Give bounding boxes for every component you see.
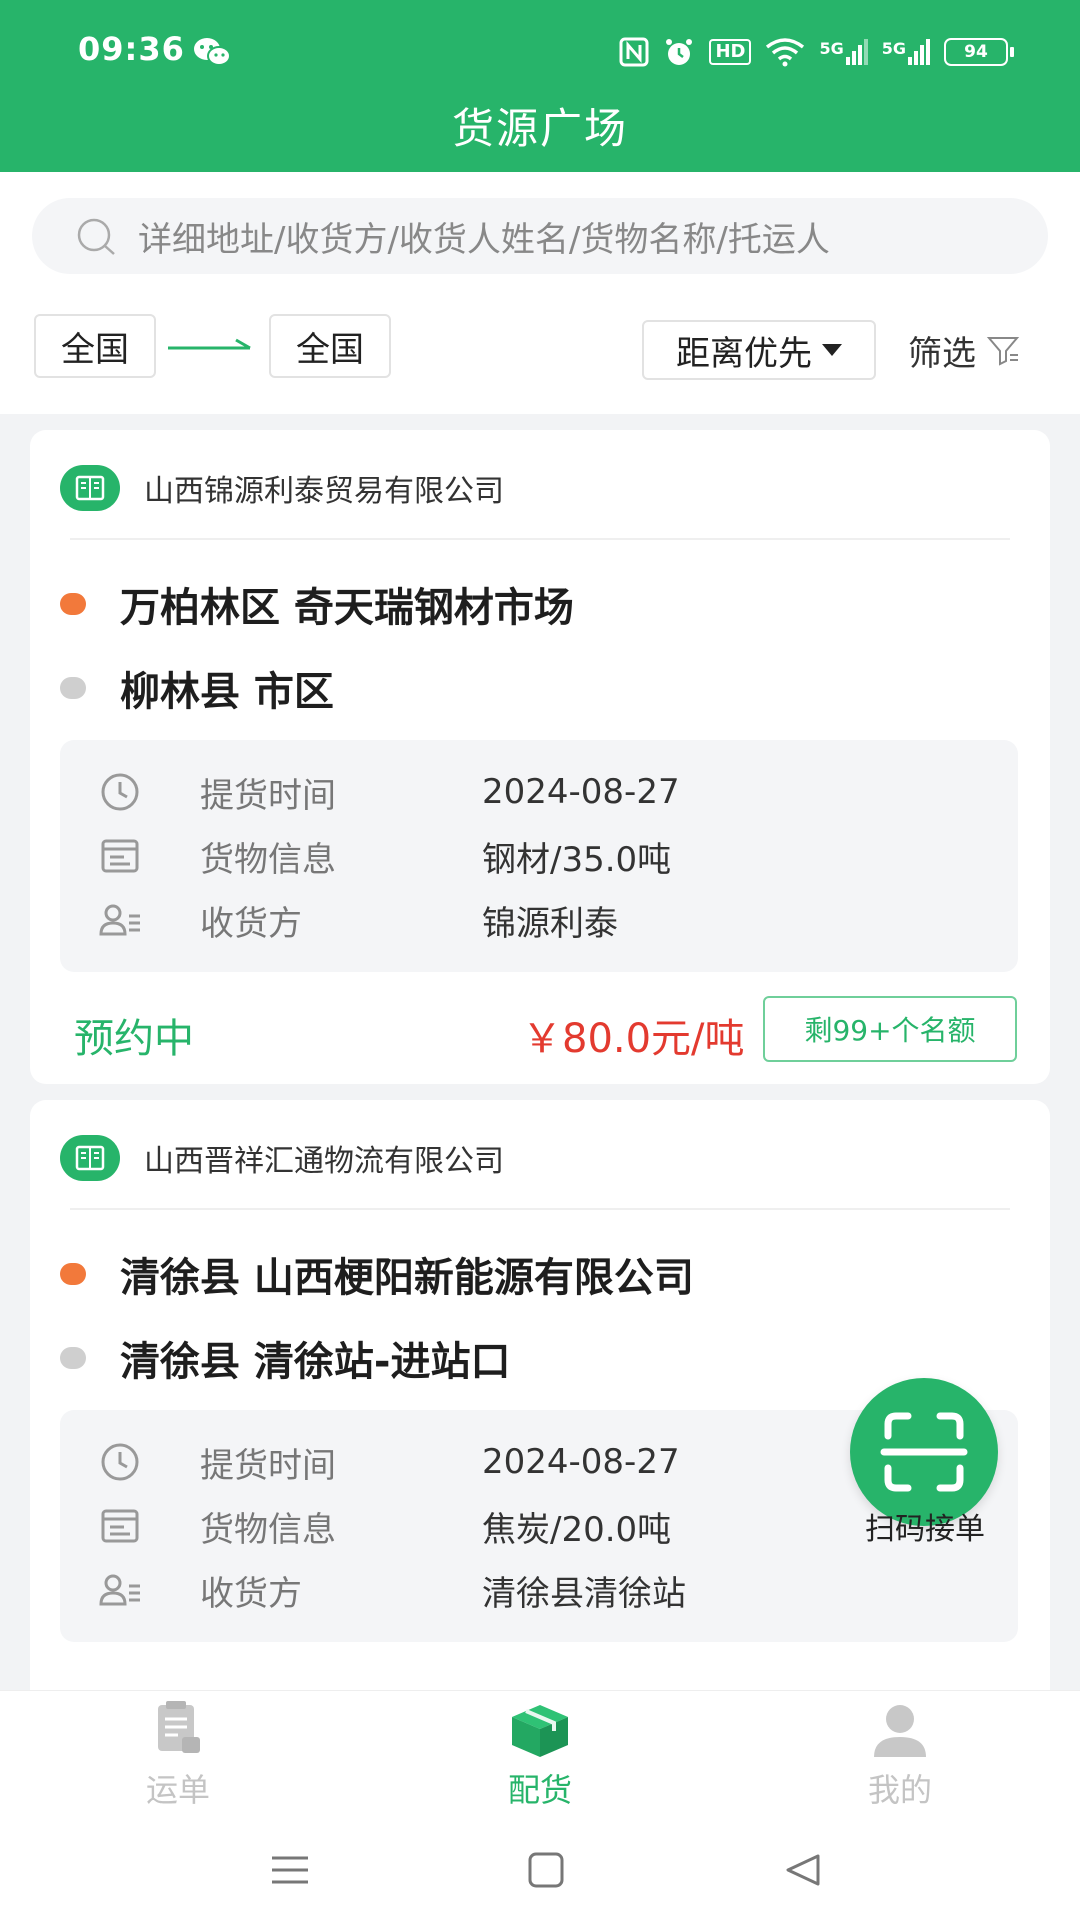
destination-row: 清徐县 清徐站-进站口 xyxy=(60,1328,511,1388)
document-icon xyxy=(101,839,139,873)
5g-signal-icon: 5G xyxy=(819,39,868,65)
destination-address: 柳林县 市区 xyxy=(120,669,334,715)
to-region-button[interactable]: 全国 xyxy=(269,314,391,378)
consignee-row: 收货方 清徐县清徐站 xyxy=(96,1564,686,1616)
scan-order-label[interactable]: 扫码接单 xyxy=(830,1504,1020,1548)
company-book-icon xyxy=(60,465,120,511)
from-region-button[interactable]: 全国 xyxy=(34,314,156,378)
app-header: 09:36 HD 5G 5G 94 货源广场 xyxy=(0,0,1080,172)
scan-icon xyxy=(880,1412,968,1492)
nav-tab-dispatch[interactable]: 配货 xyxy=(440,1701,640,1811)
origin-address: 万柏林区 奇天瑞钢材市场 xyxy=(120,585,574,631)
cargo-card[interactable]: 山西锦源利泰贸易有限公司 万柏林区 奇天瑞钢材市场 柳林县 市区 提货时间 20… xyxy=(30,430,1050,1084)
user-profile-icon xyxy=(874,1705,926,1757)
company-book-icon xyxy=(60,1135,120,1181)
waybill-icon xyxy=(158,1701,200,1753)
divider xyxy=(70,538,1010,540)
destination-dot-icon xyxy=(60,1347,86,1369)
info-value: 钢材/35.0吨 xyxy=(482,839,672,880)
info-value: 2024-08-27 xyxy=(482,772,680,812)
wechat-icon xyxy=(194,38,231,66)
route-arrow-icon xyxy=(168,338,251,350)
search-icon xyxy=(77,218,115,255)
cargo-box-icon xyxy=(512,1705,568,1757)
info-label: 货物信息 xyxy=(200,839,336,880)
freight-price: ￥80.0元/吨 xyxy=(522,1016,745,1062)
info-value: 2024-08-27 xyxy=(482,1442,680,1482)
origin-address: 清徐县 山西梗阳新能源有限公司 xyxy=(120,1255,694,1301)
origin-row: 清徐县 山西梗阳新能源有限公司 xyxy=(60,1244,694,1304)
search-input[interactable]: 详细地址/收货方/收货人姓名/货物名称/托运人 xyxy=(32,198,1048,274)
filter-label: 筛选 xyxy=(908,333,976,374)
battery-level: 94 xyxy=(944,38,1008,66)
menu-icon[interactable] xyxy=(266,1850,314,1890)
cargo-info-row: 货物信息 焦炭/20.0吨 xyxy=(96,1500,671,1552)
nav-tab-mine[interactable]: 我的 xyxy=(800,1701,1000,1811)
clock-icon xyxy=(101,773,139,811)
destination-dot-icon xyxy=(60,677,86,699)
nav-label: 配货 xyxy=(507,1771,572,1809)
nav-label: 运单 xyxy=(145,1771,210,1809)
person-list-icon xyxy=(99,1574,140,1606)
filter-button[interactable]: 筛选 xyxy=(908,320,1020,380)
status-time: 09:36 xyxy=(78,30,185,68)
battery-icon: 94 xyxy=(944,38,1014,66)
consignee-row: 收货方 锦源利泰 xyxy=(96,894,618,946)
reservation-status: 预约中 xyxy=(74,1016,194,1062)
document-icon xyxy=(101,1509,139,1543)
info-label: 收货方 xyxy=(200,903,302,944)
page-title: 货源广场 xyxy=(451,104,628,153)
origin-dot-icon xyxy=(60,1263,86,1285)
origin-dot-icon xyxy=(60,593,86,615)
divider xyxy=(70,1208,1010,1210)
info-label: 提货时间 xyxy=(200,775,336,816)
sort-dropdown[interactable]: 距离优先 xyxy=(642,320,876,380)
info-value: 清徐县清徐站 xyxy=(482,1573,686,1614)
company-row: 山西晋祥汇通物流有限公司 xyxy=(60,1132,504,1184)
info-label: 收货方 xyxy=(200,1573,302,1614)
info-label: 提货时间 xyxy=(200,1445,336,1486)
system-navigation-bar xyxy=(0,1820,1080,1920)
bottom-navigation: 运单 配货 我的 xyxy=(0,1690,1080,1820)
cargo-info-box: 提货时间 2024-08-27 货物信息 钢材/35.0吨 收货方 锦源利泰 xyxy=(60,740,1018,972)
alarm-icon xyxy=(666,39,693,65)
nfc-icon xyxy=(619,37,649,67)
cargo-info-row: 货物信息 钢材/35.0吨 xyxy=(96,830,671,882)
wifi-icon xyxy=(766,38,805,67)
hd-icon: HD xyxy=(709,39,752,65)
sort-label: 距离优先 xyxy=(676,333,812,374)
person-list-icon xyxy=(99,904,140,936)
search-placeholder: 详细地址/收货方/收货人姓名/货物名称/托运人 xyxy=(138,219,830,260)
nav-label: 我的 xyxy=(867,1771,932,1809)
5g-signal-icon: 5G xyxy=(882,39,930,65)
origin-row: 万柏林区 奇天瑞钢材市场 xyxy=(60,574,574,634)
company-name: 山西晋祥汇通物流有限公司 xyxy=(144,1144,504,1179)
info-value: 锦源利泰 xyxy=(482,903,618,944)
destination-address: 清徐县 清徐站-进站口 xyxy=(120,1339,511,1385)
pickup-time-row: 提货时间 2024-08-27 xyxy=(96,766,680,818)
filter-icon xyxy=(986,337,1020,366)
caret-down-icon xyxy=(822,344,842,356)
home-icon[interactable] xyxy=(522,1850,570,1890)
status-bar: 09:36 HD 5G 5G 94 xyxy=(0,0,1080,100)
clock-icon xyxy=(101,1443,139,1481)
info-label: 货物信息 xyxy=(200,1509,336,1550)
company-name: 山西锦源利泰贸易有限公司 xyxy=(144,474,504,509)
back-icon[interactable] xyxy=(780,1850,828,1890)
quota-button[interactable]: 剩99+个名额 xyxy=(763,996,1017,1062)
destination-row: 柳林县 市区 xyxy=(60,658,334,718)
company-row: 山西锦源利泰贸易有限公司 xyxy=(60,462,504,514)
search-filter-area: 详细地址/收货方/收货人姓名/货物名称/托运人 全国 全国 距离优先 筛选 xyxy=(0,172,1080,414)
info-value: 焦炭/20.0吨 xyxy=(482,1509,672,1550)
nav-tab-waybill[interactable]: 运单 xyxy=(78,1701,278,1811)
status-icons: HD 5G 5G 94 xyxy=(619,32,1014,72)
pickup-time-row: 提货时间 2024-08-27 xyxy=(96,1436,680,1488)
